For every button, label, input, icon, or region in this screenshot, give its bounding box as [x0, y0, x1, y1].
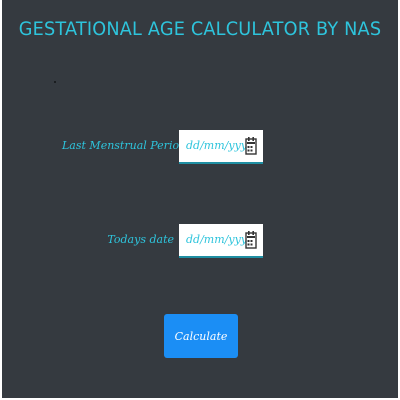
lmp-date-input[interactable]: dd/mm/yyyy [179, 130, 263, 164]
calendar-icon[interactable] [245, 230, 257, 250]
app-panel: GESTATIONAL AGE CALCULATOR BY NAS Last M… [2, 0, 398, 398]
calendar-icon[interactable] [245, 136, 257, 156]
lmp-date-placeholder: dd/mm/yyyy [186, 139, 254, 152]
page-frame: GESTATIONAL AGE CALCULATOR BY NAS Last M… [0, 0, 400, 400]
calculate-button[interactable]: Calculate [164, 314, 238, 358]
today-date-placeholder: dd/mm/yyyy [186, 233, 254, 246]
today-label: Todays date [107, 233, 174, 246]
lmp-label: Last Menstrual Period [62, 139, 187, 152]
stray-dot [54, 81, 56, 83]
today-date-input[interactable]: dd/mm/yyyy [179, 224, 263, 258]
page-title: GESTATIONAL AGE CALCULATOR BY NAS [18, 18, 382, 40]
